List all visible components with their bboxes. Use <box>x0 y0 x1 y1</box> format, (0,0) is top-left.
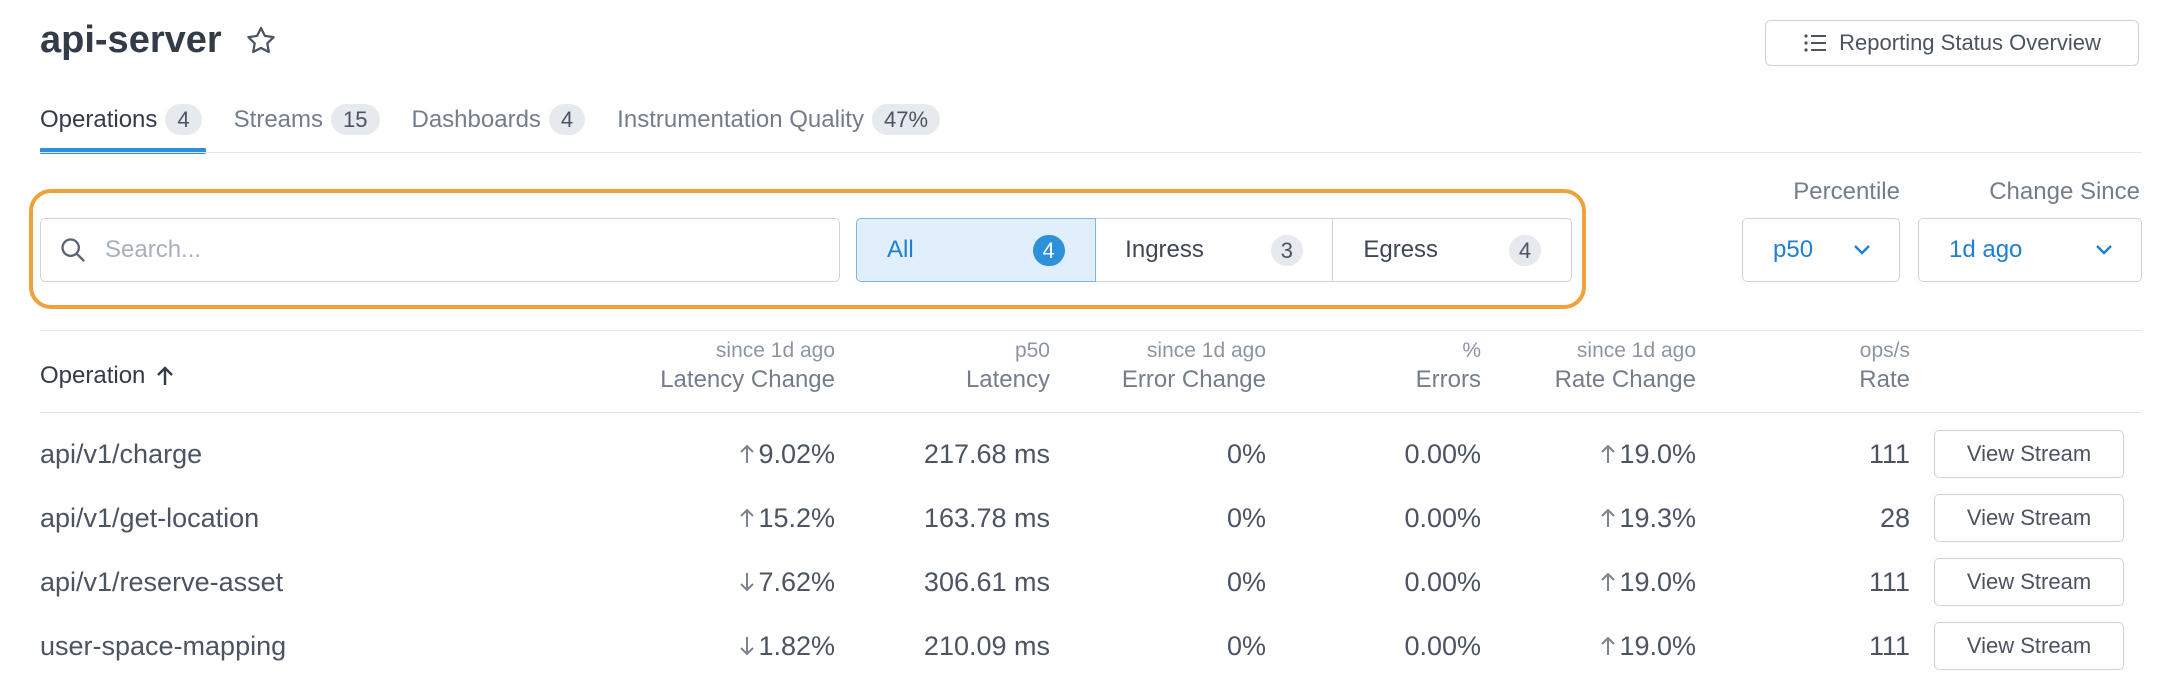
filter-count: 3 <box>1270 234 1303 266</box>
filter-count: 4 <box>1032 234 1065 266</box>
tab-instrumentation-quality[interactable]: Instrumentation Quality 47% <box>617 100 941 154</box>
latency-change-cell: 9.02% <box>595 434 835 476</box>
arrow-up-icon <box>1601 444 1616 463</box>
arrow-up-icon <box>1601 636 1616 655</box>
chevron-down-icon <box>2096 245 2112 255</box>
view-stream-button[interactable]: View Stream <box>1934 622 2124 670</box>
operation-name[interactable]: api/v1/charge <box>40 434 202 474</box>
error-change-header-sub: since 1d ago <box>1146 339 1266 362</box>
arrow-down-icon <box>740 573 755 592</box>
star-icon[interactable] <box>244 24 278 58</box>
tab-label: Streams <box>233 106 324 133</box>
errors-cell: 0.00% <box>1404 439 1481 469</box>
tab-count-badge: 4 <box>548 104 586 135</box>
page-title: api-server <box>40 19 222 61</box>
filter-label: All <box>887 236 914 263</box>
filter-count: 4 <box>1509 234 1542 266</box>
table-header-divider <box>40 412 2142 413</box>
latency-change-cell: 1.82% <box>595 626 835 668</box>
tab-label: Dashboards <box>411 106 541 133</box>
arrow-up-icon <box>740 444 755 463</box>
filter-all[interactable]: All 4 <box>856 218 1096 282</box>
tab-operations[interactable]: Operations 4 <box>40 100 206 154</box>
view-stream-button[interactable]: View Stream <box>1934 430 2124 478</box>
rate-cell: 111 <box>1868 631 1910 661</box>
rate-header-sub: ops/s <box>1859 339 1910 362</box>
tab-dashboards[interactable]: Dashboards 4 <box>412 100 586 154</box>
error-change-cell: 0% <box>1226 439 1266 469</box>
latency-header-sub: p50 <box>1014 339 1050 362</box>
table-top-divider <box>40 330 2142 331</box>
reporting-status-label: Reporting Status Overview <box>1839 30 2101 55</box>
error-change-cell: 0% <box>1226 503 1266 533</box>
tab-streams[interactable]: Streams 15 <box>234 100 380 154</box>
rate-change-header-sub: since 1d ago <box>1576 339 1696 362</box>
percentile-select[interactable]: p50 <box>1742 218 1900 282</box>
tab-label: Operations <box>40 106 158 133</box>
percentile-label: Percentile <box>1793 178 1900 205</box>
error-change-cell: 0% <box>1226 631 1266 661</box>
operation-name[interactable]: user-space-mapping <box>40 626 286 666</box>
errors-column-header[interactable]: Errors <box>1241 365 1481 395</box>
list-icon <box>1804 34 1827 52</box>
chevron-down-icon <box>1854 245 1870 255</box>
error-change-column-header[interactable]: Error Change <box>1026 365 1266 395</box>
filter-label: Egress <box>1363 236 1439 263</box>
view-stream-button[interactable]: View Stream <box>1934 558 2124 606</box>
operation-column-header[interactable]: Operation <box>40 362 175 390</box>
percentile-value: p50 <box>1773 236 1814 263</box>
direction-filter: All 4 Ingress 3 Egress 4 <box>856 218 1573 282</box>
search-input[interactable] <box>103 235 807 265</box>
reporting-status-button[interactable]: Reporting Status Overview <box>1765 20 2139 66</box>
rate-cell: 111 <box>1868 567 1910 597</box>
rate-change-cell: 19.3% <box>1456 498 1696 540</box>
change-since-label: Change Since <box>1989 178 2140 205</box>
latency-cell: 306.61 ms <box>923 567 1050 597</box>
rate-column-header[interactable]: Rate <box>1670 365 1910 395</box>
rate-change-column-header[interactable]: Rate Change <box>1456 365 1696 395</box>
latency-cell: 210.09 ms <box>923 631 1050 661</box>
search-icon <box>61 238 85 262</box>
rate-change-cell: 19.0% <box>1456 562 1696 604</box>
operation-name[interactable]: api/v1/get-location <box>40 498 259 538</box>
tab-divider <box>40 152 2142 153</box>
search-box[interactable] <box>40 218 840 282</box>
tab-count-badge: 15 <box>331 104 380 135</box>
latency-change-cell: 7.62% <box>595 562 835 604</box>
filter-egress[interactable]: Egress 4 <box>1332 218 1573 282</box>
latency-change-cell: 15.2% <box>595 498 835 540</box>
tab-count-badge: 47% <box>871 104 941 135</box>
errors-cell: 0.00% <box>1404 631 1481 661</box>
latency-change-column-header[interactable]: Latency Change <box>595 365 835 395</box>
rate-change-cell: 19.0% <box>1456 626 1696 668</box>
latency-cell: 217.68 ms <box>923 439 1050 469</box>
rate-change-cell: 19.0% <box>1456 434 1696 476</box>
arrow-up-icon <box>740 508 755 527</box>
errors-cell: 0.00% <box>1404 567 1481 597</box>
error-change-cell: 0% <box>1226 567 1266 597</box>
tab-bar: Operations 4 Streams 15 Dashboards 4 Ins… <box>40 100 972 154</box>
rate-cell: 28 <box>1879 503 1910 533</box>
arrow-up-icon <box>1601 508 1616 527</box>
errors-cell: 0.00% <box>1404 503 1481 533</box>
change-since-select[interactable]: 1d ago <box>1918 218 2142 282</box>
arrow-up-icon <box>1601 572 1616 591</box>
sort-arrow-up-icon <box>157 366 174 385</box>
operation-header-label: Operation <box>40 362 146 389</box>
tab-count-badge: 4 <box>165 104 202 135</box>
tab-label: Instrumentation Quality <box>617 106 864 133</box>
operation-name[interactable]: api/v1/reserve-asset <box>40 562 283 602</box>
latency-cell: 163.78 ms <box>923 503 1050 533</box>
view-stream-button[interactable]: View Stream <box>1934 494 2124 542</box>
errors-header-sub: % <box>1462 339 1481 362</box>
filter-label: Ingress <box>1125 236 1204 263</box>
latency-column-header[interactable]: Latency <box>810 365 1050 395</box>
filter-ingress[interactable]: Ingress 3 <box>1094 218 1334 282</box>
latency-change-header-sub: since 1d ago <box>715 339 835 362</box>
arrow-down-icon <box>740 637 755 656</box>
change-since-value: 1d ago <box>1949 236 2023 263</box>
rate-cell: 111 <box>1868 439 1910 469</box>
